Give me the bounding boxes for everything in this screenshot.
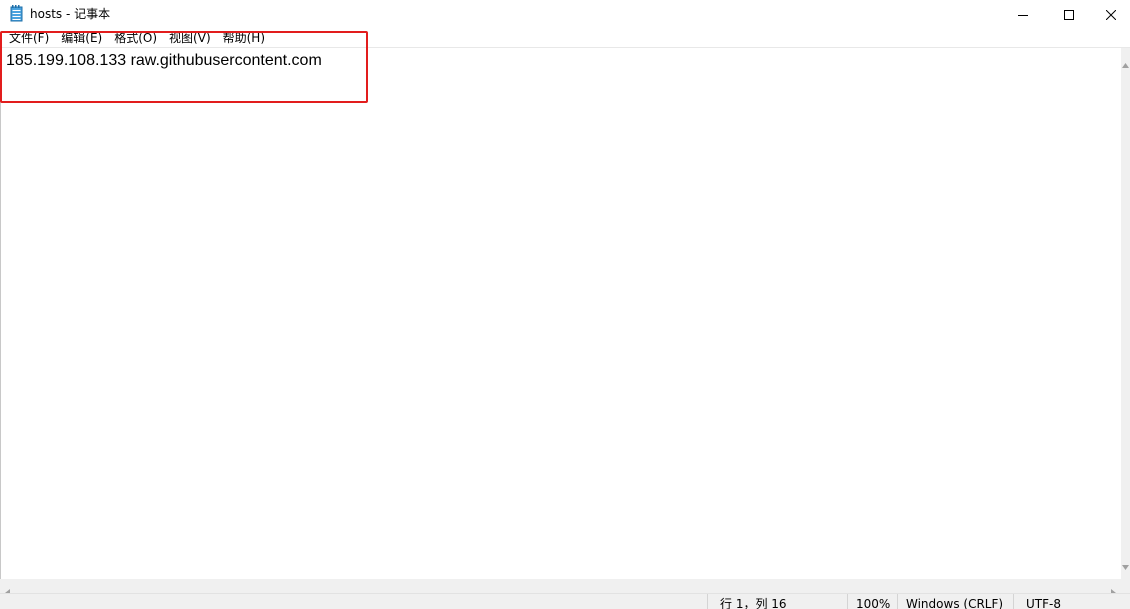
title-bar: hosts - 记事本	[0, 0, 1130, 29]
notepad-icon	[10, 5, 23, 22]
menu-view[interactable]: 视图(V)	[163, 29, 217, 48]
scroll-down-icon[interactable]	[1122, 555, 1129, 574]
menu-edit[interactable]: 编辑(E)	[55, 29, 108, 48]
menu-bar: 文件(F) 编辑(E) 格式(O) 视图(V) 帮助(H)	[0, 29, 1130, 48]
status-encoding: UTF-8	[1013, 594, 1130, 609]
notepad-window: hosts - 记事本 文件(F) 编辑(E) 格式(O) 视图(V) 帮助(H…	[0, 0, 1130, 609]
close-button[interactable]	[1092, 0, 1130, 29]
horizontal-scrollbar[interactable]	[0, 579, 1121, 597]
window-title: hosts - 记事本	[30, 7, 111, 21]
status-zoom: 100%	[847, 594, 897, 609]
menu-help[interactable]: 帮助(H)	[217, 29, 271, 48]
status-bar: 行 1，列 16 100% Windows (CRLF) UTF-8	[0, 593, 1130, 609]
vertical-scrollbar[interactable]	[1121, 48, 1130, 579]
maximize-button[interactable]	[1046, 0, 1092, 29]
scroll-up-icon[interactable]	[1122, 53, 1129, 72]
maximize-icon	[1064, 5, 1074, 24]
status-cursor-position: 行 1，列 16	[707, 594, 847, 609]
minimize-button[interactable]	[1000, 0, 1046, 29]
text-editor[interactable]: 185.199.108.133 raw.githubusercontent.co…	[0, 48, 1121, 579]
minimize-icon	[1018, 5, 1028, 24]
menu-file[interactable]: 文件(F)	[3, 29, 55, 48]
status-line-ending: Windows (CRLF)	[897, 594, 1013, 609]
close-icon	[1105, 5, 1117, 24]
scrollbar-corner	[1121, 579, 1130, 593]
editor-content[interactable]: 185.199.108.133 raw.githubusercontent.co…	[6, 51, 322, 71]
menu-format[interactable]: 格式(O)	[108, 29, 163, 48]
